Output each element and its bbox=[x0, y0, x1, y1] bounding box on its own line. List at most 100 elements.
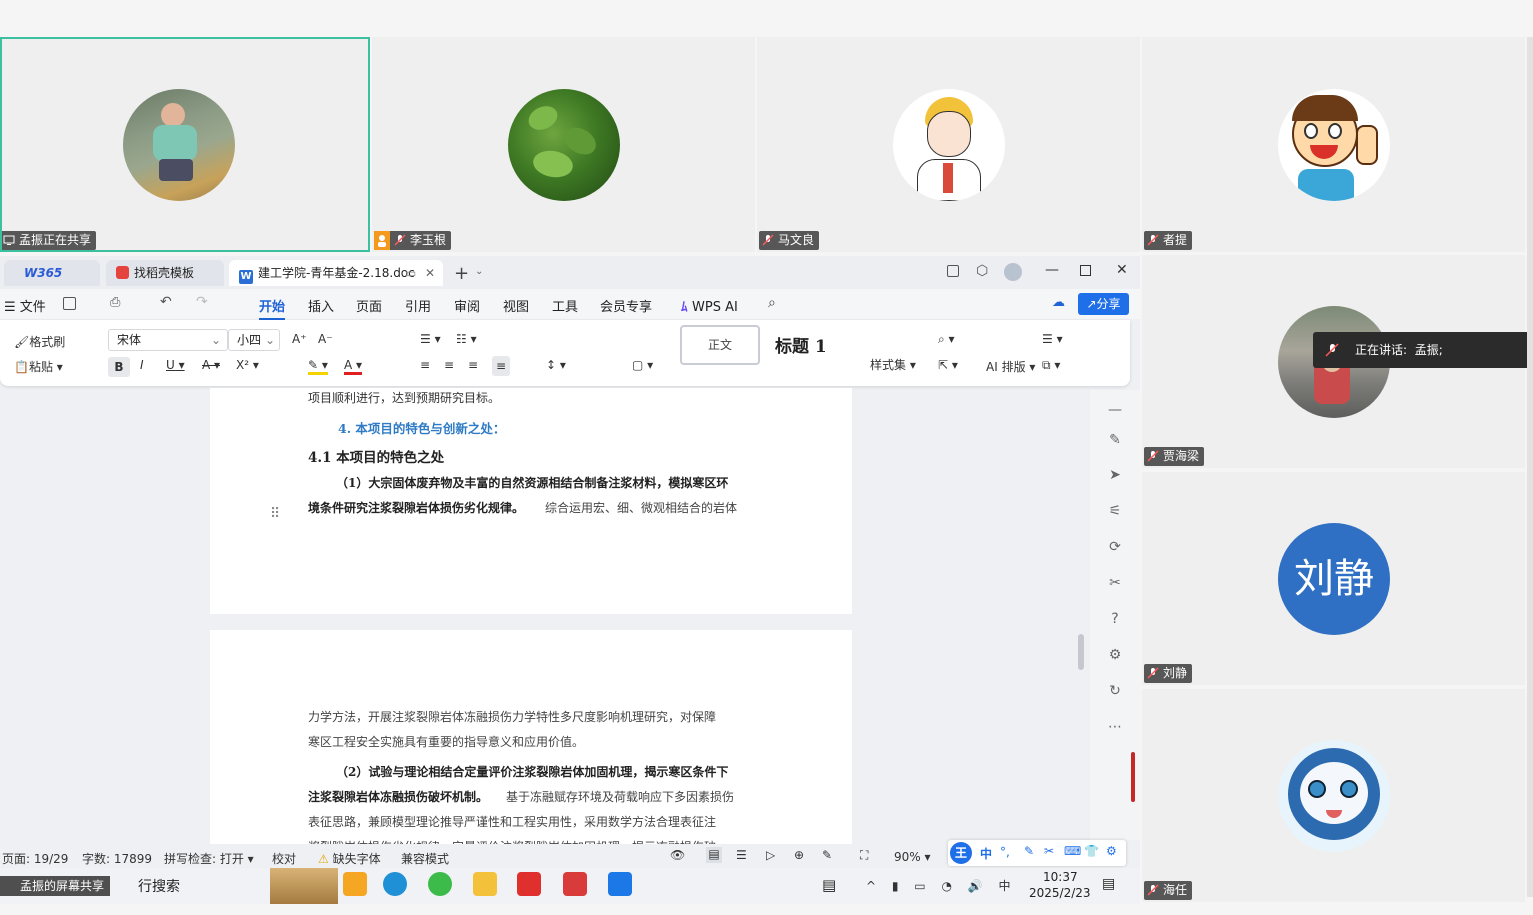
menu-member[interactable]: 会员专享 bbox=[600, 296, 652, 315]
ime-punct[interactable]: °, bbox=[1000, 845, 1010, 859]
zoom-level[interactable]: 90% ▾ bbox=[894, 850, 931, 864]
window-icon[interactable]: ▭ bbox=[405, 260, 416, 286]
file-explorer-icon[interactable] bbox=[473, 872, 497, 896]
numbered-list-icon[interactable]: ☷ ▾ bbox=[456, 332, 477, 346]
document-page[interactable]: 力学方法，开展注浆裂隙岩体冻融损伤力学特性多尺度影响机理研究，对保障 寒区工程安… bbox=[210, 630, 852, 870]
shapes-icon[interactable]: ⧉ ▾ bbox=[1042, 358, 1060, 373]
style-normal[interactable]: 正文 bbox=[680, 325, 760, 365]
notification-icon[interactable]: ▤ bbox=[1102, 876, 1115, 892]
redo-icon[interactable]: ↷ bbox=[196, 294, 208, 310]
undo-icon[interactable]: ↶ bbox=[160, 294, 172, 310]
cursor-icon[interactable]: ➤ bbox=[1106, 466, 1124, 484]
refresh-icon[interactable]: ↻ bbox=[1106, 682, 1124, 700]
menu-insert[interactable]: 插入 bbox=[308, 296, 334, 315]
italic-button[interactable]: I bbox=[140, 358, 144, 372]
style-set-button[interactable]: 样式集 ▾ bbox=[870, 356, 916, 373]
ime-lang[interactable]: 中 bbox=[980, 845, 992, 862]
participant-tile[interactable]: 李玉根 bbox=[372, 37, 755, 252]
scissor-icon[interactable]: ✂ bbox=[1044, 844, 1054, 858]
wps-office-icon[interactable] bbox=[517, 872, 541, 896]
font-select[interactable]: 宋体 ⌄ bbox=[108, 329, 228, 351]
word-count[interactable]: 字数: 17899 bbox=[82, 850, 152, 867]
justify-icon[interactable]: ≡ bbox=[492, 356, 510, 376]
menu-file[interactable]: ☰ 文件 bbox=[4, 296, 46, 315]
menu-wps-ai[interactable]: ﾑ WPS AI bbox=[681, 296, 738, 315]
eye-icon[interactable]: 👁 bbox=[670, 848, 685, 862]
document-page[interactable]: 项目顺利进行，达到预期研究目标。 4. 本项目的特色与创新之处： 4.1 本项目… bbox=[210, 388, 852, 614]
select-icon[interactable]: ⇱ ▾ bbox=[938, 358, 958, 372]
pen-view-icon[interactable]: ✎ bbox=[822, 848, 832, 862]
participant-tile[interactable]: 海任 bbox=[1142, 689, 1525, 902]
play-icon[interactable]: ▷ bbox=[766, 848, 775, 862]
borders-icon[interactable]: ▢ ▾ bbox=[632, 358, 653, 372]
format-painter-button[interactable]: 🖌格式刷 bbox=[14, 333, 65, 350]
ime-logo-icon[interactable]: 王 bbox=[950, 842, 972, 864]
align-left-icon[interactable]: ≡ bbox=[420, 358, 430, 372]
tab-docer-templates[interactable]: 找稻壳模板 bbox=[106, 260, 224, 286]
share-button[interactable]: ↗分享 bbox=[1078, 293, 1129, 315]
font-size-select[interactable]: 小四 ⌄ bbox=[228, 329, 280, 351]
strikethrough-button[interactable]: A ▾ bbox=[202, 358, 220, 372]
news-icon[interactable]: ▤ bbox=[822, 876, 836, 894]
document-scrollbar[interactable] bbox=[1077, 394, 1085, 844]
participant-tile[interactable]: 孟振正在共享 bbox=[0, 37, 370, 252]
settings-icon[interactable]: ⚙ bbox=[1106, 844, 1117, 858]
text-direction-icon[interactable]: ☰ ▾ bbox=[1042, 332, 1063, 346]
align-right-icon[interactable]: ≡ bbox=[468, 358, 478, 372]
shirt-icon[interactable]: ⚙ bbox=[1106, 646, 1124, 664]
highlight-button[interactable]: ✎ ▾ bbox=[308, 358, 328, 375]
new-tab-button[interactable]: + bbox=[454, 263, 469, 284]
tab-w365[interactable]: W365 bbox=[4, 260, 100, 286]
participant-tile[interactable]: 者提 bbox=[1142, 37, 1525, 252]
minimize-icon[interactable]: — bbox=[1045, 262, 1059, 278]
line-spacing-icon[interactable]: ↕ ▾ bbox=[546, 358, 566, 372]
cube-icon[interactable]: ⬡ bbox=[976, 263, 988, 279]
page-view-icon[interactable]: ▤ bbox=[706, 847, 722, 863]
edge-browser-icon[interactable] bbox=[383, 872, 407, 896]
pen-icon[interactable]: ✎ bbox=[1106, 431, 1124, 449]
participant-tile[interactable]: 马文良 bbox=[757, 37, 1140, 252]
skin-icon[interactable]: 👕 bbox=[1084, 844, 1099, 858]
clock-time[interactable]: 10:37 bbox=[1043, 870, 1078, 884]
star-app-icon[interactable] bbox=[343, 872, 367, 896]
shrink-font-icon[interactable]: A⁻ bbox=[318, 332, 333, 346]
search-icon[interactable]: ⌕ bbox=[768, 295, 776, 311]
fit-icon[interactable]: ⛶ bbox=[860, 848, 868, 863]
tools-icon[interactable]: ✂ bbox=[1106, 574, 1124, 592]
scroll-thumb[interactable] bbox=[1078, 634, 1084, 670]
tab-document[interactable]: W 建工学院-青年基金-2.18.doc ▭ ✕ bbox=[229, 260, 443, 286]
close-window-icon[interactable]: ✕ bbox=[1116, 262, 1128, 278]
more-icon[interactable]: ⋯ bbox=[1106, 718, 1124, 736]
bold-button[interactable]: B bbox=[108, 357, 130, 377]
paste-button[interactable]: 📋粘贴 ▾ bbox=[14, 358, 63, 375]
underline-button[interactable]: U ▾ bbox=[166, 358, 185, 372]
user-avatar-icon[interactable] bbox=[1004, 263, 1022, 281]
menu-review[interactable]: 审阅 bbox=[454, 296, 480, 315]
close-icon[interactable]: ✕ bbox=[425, 260, 435, 286]
maximize-icon[interactable] bbox=[1080, 265, 1091, 276]
page-indicator[interactable]: 页面: 19/29 bbox=[2, 850, 68, 867]
menu-view[interactable]: 视图 bbox=[503, 296, 529, 315]
align-center-icon[interactable]: ≡ bbox=[444, 358, 454, 372]
outline-view-icon[interactable]: ☰ bbox=[736, 848, 747, 862]
drag-handle-icon[interactable]: ⠿ bbox=[270, 506, 280, 522]
pdf-app-icon[interactable] bbox=[563, 872, 587, 896]
web-view-icon[interactable]: ⊕ bbox=[794, 848, 804, 862]
collapse-icon[interactable]: — bbox=[1106, 401, 1124, 419]
cloud-upload-icon[interactable]: ☁ bbox=[1052, 295, 1065, 310]
missing-font[interactable]: ⚠ 缺失字体 bbox=[318, 850, 381, 867]
font-color-button[interactable]: A ▾ bbox=[344, 358, 363, 375]
style-heading-1[interactable]: 标题 1 bbox=[775, 332, 827, 357]
keyboard-icon[interactable]: ⌨ bbox=[1064, 844, 1081, 858]
tab-list-icon[interactable] bbox=[947, 265, 959, 277]
superscript-button[interactable]: X² ▾ bbox=[236, 358, 259, 372]
bullet-list-icon[interactable]: ☰ ▾ bbox=[420, 332, 441, 346]
menu-references[interactable]: 引用 bbox=[405, 296, 431, 315]
meeting-app-icon[interactable] bbox=[608, 872, 632, 896]
menu-tools[interactable]: 工具 bbox=[552, 296, 578, 315]
clock-date[interactable]: 2025/2/23 bbox=[1029, 886, 1091, 900]
menu-home[interactable]: 开始 bbox=[259, 296, 286, 320]
handwrite-icon[interactable]: ✎ bbox=[1024, 844, 1034, 858]
chevron-down-icon[interactable]: ⌄ bbox=[475, 266, 483, 277]
help-icon[interactable]: ? bbox=[1106, 610, 1124, 628]
